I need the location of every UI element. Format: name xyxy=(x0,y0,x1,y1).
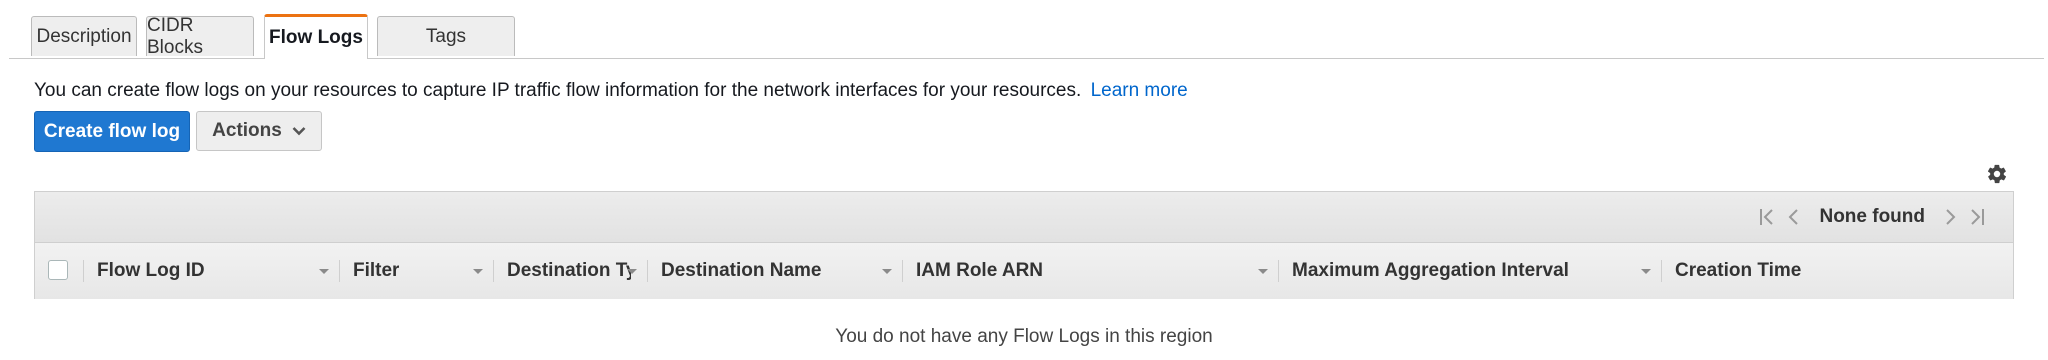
column-header-filter[interactable]: Filter xyxy=(339,243,493,299)
intro-text: You can create flow logs on your resourc… xyxy=(34,80,1082,101)
column-header-creation-time[interactable]: Creation Time xyxy=(1661,243,2013,299)
column-separator xyxy=(339,260,340,282)
column-header-destination-type[interactable]: Destination Type xyxy=(493,243,647,299)
column-label: Filter xyxy=(353,260,400,281)
column-header-flow-log-id[interactable]: Flow Log ID xyxy=(83,243,339,299)
column-separator xyxy=(647,260,648,282)
column-header-iam-role-arn[interactable]: IAM Role ARN xyxy=(902,243,1278,299)
column-separator xyxy=(83,260,84,282)
column-label: Destination Name xyxy=(661,260,822,281)
column-label: Maximum Aggregation Interval xyxy=(1292,260,1569,281)
select-all-checkbox[interactable] xyxy=(48,260,68,280)
tab-flow-logs[interactable]: Flow Logs xyxy=(264,14,368,59)
pager: None found xyxy=(1759,204,1985,230)
actions-label: Actions xyxy=(212,120,282,141)
column-separator xyxy=(1278,260,1279,282)
tab-bar: Description CIDR Blocks Flow Logs Tags xyxy=(9,14,2044,59)
column-separator xyxy=(1661,260,1662,282)
last-page-icon[interactable] xyxy=(1969,207,1985,227)
tab-cidr-blocks[interactable]: CIDR Blocks xyxy=(146,15,254,58)
actions-button[interactable]: Actions xyxy=(196,111,322,151)
sort-caret-icon xyxy=(882,269,892,274)
create-flow-log-button[interactable]: Create flow log xyxy=(34,111,190,152)
sort-caret-icon xyxy=(627,269,637,274)
column-label: Flow Log ID xyxy=(97,260,205,281)
tab-description[interactable]: Description xyxy=(31,16,137,56)
pagination-bar: None found xyxy=(35,192,2013,243)
pagination-status: None found xyxy=(1819,206,1925,227)
create-flow-log-label: Create flow log xyxy=(43,120,181,142)
tab-tags[interactable]: Tags xyxy=(377,16,515,56)
column-header-max-aggregation-interval[interactable]: Maximum Aggregation Interval xyxy=(1278,243,1661,299)
first-page-icon[interactable] xyxy=(1759,207,1775,227)
sort-caret-icon xyxy=(473,269,483,274)
flow-logs-table: None found Flow Log ID Filter Destinatio… xyxy=(34,191,2014,299)
column-separator xyxy=(493,260,494,282)
column-label: Creation Time xyxy=(1675,260,1802,281)
learn-more-link[interactable]: Learn more xyxy=(1091,80,1188,101)
column-label: IAM Role ARN xyxy=(916,260,1044,281)
prev-page-icon[interactable] xyxy=(1787,207,1799,227)
column-label: Destination Type xyxy=(507,260,631,281)
column-header-destination-name[interactable]: Destination Name xyxy=(647,243,902,299)
flow-logs-panel: Description CIDR Blocks Flow Logs Tags Y… xyxy=(0,0,2048,360)
chevron-down-icon xyxy=(292,127,306,136)
gear-icon[interactable] xyxy=(1986,163,2008,185)
empty-table-message: You do not have any Flow Logs in this re… xyxy=(835,326,1213,347)
table-header-row: Flow Log ID Filter Destination Type Dest… xyxy=(35,243,2013,299)
sort-caret-icon xyxy=(1641,269,1651,274)
column-separator xyxy=(902,260,903,282)
intro-text-line: You can create flow logs on your resourc… xyxy=(34,80,1188,102)
sort-caret-icon xyxy=(1258,269,1268,274)
sort-caret-icon xyxy=(319,269,329,274)
next-page-icon[interactable] xyxy=(1945,207,1957,227)
